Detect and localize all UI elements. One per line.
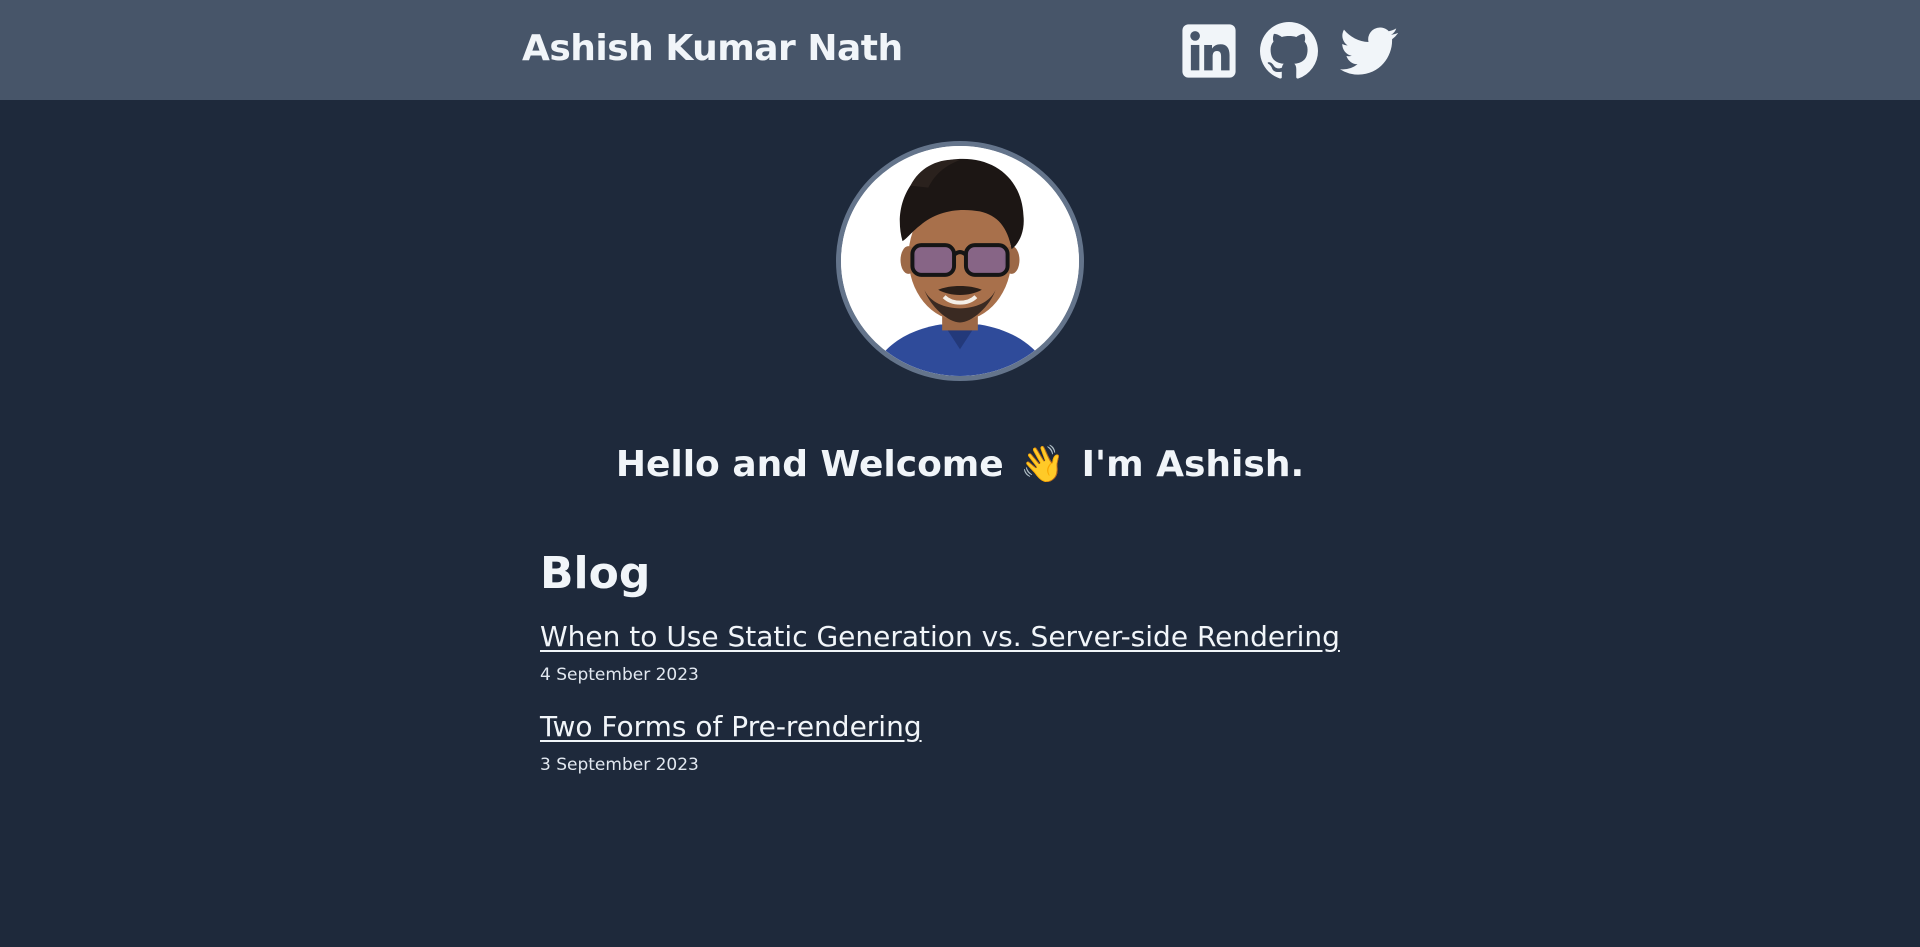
github-link[interactable]	[1260, 22, 1318, 80]
github-icon	[1260, 22, 1318, 79]
twitter-icon	[1340, 27, 1398, 75]
site-header: Ashish Kumar Nath	[0, 0, 1920, 100]
profile-avatar	[836, 141, 1084, 381]
waving-hand-icon: 👋	[1020, 444, 1066, 485]
greeting-suffix: .	[1290, 444, 1305, 485]
site-title-link[interactable]: Ashish Kumar Nath	[522, 28, 903, 69]
blog-heading: Blog	[540, 548, 651, 599]
greeting-mid: I'm	[1081, 444, 1144, 485]
twitter-link[interactable]	[1340, 22, 1398, 80]
greeting-text: Hello and Welcome 👋 I'm Ashish.	[0, 443, 1920, 485]
greeting-name: Ashish	[1156, 444, 1291, 485]
post-title-link[interactable]: When to Use Static Generation vs. Server…	[540, 620, 1340, 653]
post-date: 3 September 2023	[540, 755, 699, 775]
social-links	[1180, 22, 1398, 80]
post-date: 4 September 2023	[540, 665, 699, 685]
profile-photo	[841, 146, 1079, 376]
linkedin-link[interactable]	[1180, 22, 1238, 80]
linkedin-icon	[1182, 24, 1236, 78]
post-title-link[interactable]: Two Forms of Pre-rendering	[540, 710, 922, 743]
greeting-prefix: Hello and Welcome	[615, 444, 1004, 485]
